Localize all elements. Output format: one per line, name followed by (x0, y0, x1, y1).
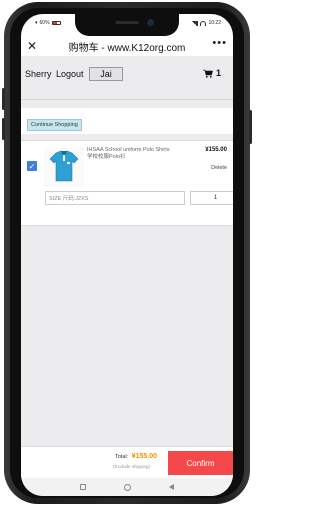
polo-shirt-image (44, 147, 84, 187)
shipping-note: (Exclude shipping) (113, 464, 151, 469)
power-button (249, 110, 252, 144)
logout-link[interactable]: Logout (56, 69, 84, 79)
username[interactable]: Sherry (25, 69, 52, 79)
front-camera (147, 19, 154, 26)
cart-count: 1 (215, 68, 221, 78)
size-field[interactable]: SIZE 尺码:J2XS (45, 191, 185, 205)
more-icon[interactable]: • • • (212, 37, 226, 49)
recent-apps-icon[interactable] (80, 484, 86, 490)
clock: 10:22 (208, 20, 221, 26)
total-amount: ¥155.00 (131, 453, 157, 460)
user-bar: Sherry Logout Jai 1 (21, 56, 233, 100)
battery-icon (51, 21, 61, 25)
cell-signal-icon (191, 20, 199, 26)
battery-percent: 60% (39, 20, 50, 26)
quantity-field[interactable]: 1 (190, 191, 233, 205)
close-icon[interactable]: ✕ (27, 39, 37, 53)
home-icon[interactable] (124, 483, 131, 491)
android-nav-bar (21, 478, 233, 496)
item-checkbox[interactable]: ✓ (27, 161, 37, 171)
phone-notch (75, 14, 179, 36)
product-image[interactable] (44, 147, 84, 187)
continue-shopping-button[interactable]: Continue Shopping (27, 119, 82, 131)
volume-down-button (2, 118, 5, 140)
status-left: ▾ 60% (35, 20, 61, 26)
item-price: ¥155.00 (205, 147, 227, 153)
signal-icon: ▾ (35, 20, 38, 26)
cart-button[interactable]: 1 (202, 68, 221, 78)
checkout-bar: Total: ¥155.00 (Exclude shipping) Confir… (21, 446, 233, 478)
speaker-grille (115, 21, 139, 24)
back-icon[interactable] (169, 484, 174, 490)
shopping-cart-icon (202, 69, 213, 78)
product-name[interactable]: IHSAA School uniform Polo Shirts 学校校服Pol… (87, 147, 175, 161)
continue-area: Continue Shopping (21, 108, 233, 134)
cart-item: ✓ IHSAA School uniform Polo Shirts 学校校服P… (21, 140, 233, 226)
phone-screen: ▾ 60% 10:22 ✕ 购物车 - www.K12org.com • • •… (21, 14, 233, 496)
status-right: 10:22 (191, 20, 221, 26)
total-label: Total: (115, 454, 129, 460)
total-line: Total: ¥155.00 (115, 453, 157, 460)
browser-title-bar: ✕ 购物车 - www.K12org.com • • • (21, 36, 233, 56)
spacer (21, 100, 233, 108)
delete-button[interactable]: Delete (211, 165, 227, 171)
user-badge[interactable]: Jai (89, 67, 123, 81)
page-title: 购物车 - www.K12org.com (68, 42, 186, 54)
volume-up-button (2, 88, 5, 110)
confirm-button[interactable]: Confirm (168, 451, 233, 475)
wifi-icon (200, 20, 207, 26)
cart-content: Continue Shopping ✓ IHSAA School uniform… (21, 100, 233, 446)
